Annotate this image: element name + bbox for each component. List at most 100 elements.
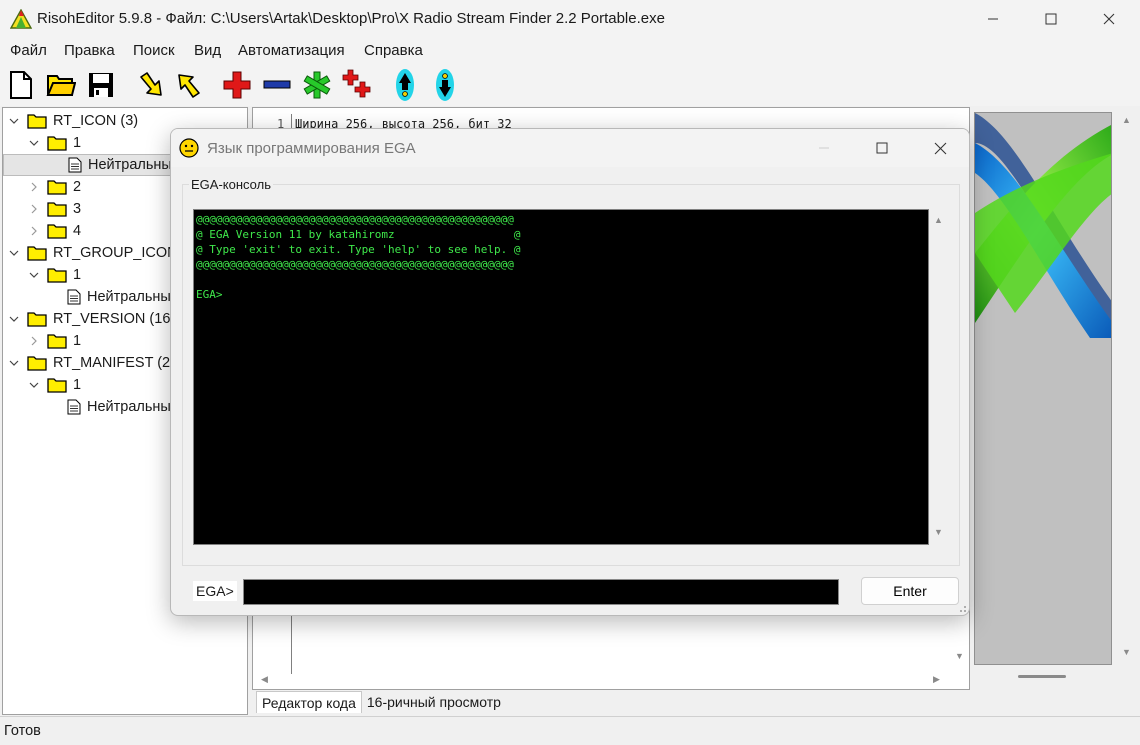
maximize-icon (1045, 13, 1057, 25)
chevron-down-icon[interactable] (7, 114, 21, 128)
tree-item-folder[interactable]: 1 (27, 132, 81, 154)
menu-help[interactable]: Справка (364, 42, 423, 59)
tree-item-folder[interactable]: 1 (27, 374, 81, 396)
menu-view[interactable]: Вид (194, 42, 221, 59)
chevron-down-icon[interactable] (27, 136, 41, 150)
open-button[interactable] (44, 68, 78, 102)
scroll-down-icon[interactable]: ▼ (934, 527, 943, 537)
smiley-icon (179, 138, 199, 158)
chevron-down-icon[interactable] (27, 378, 41, 392)
scroll-left-icon[interactable]: ◀ (261, 674, 268, 685)
preview-vertical-scrollbar[interactable]: ▲ ▼ (1114, 107, 1138, 687)
menu-file[interactable]: Файл (10, 42, 47, 59)
tree-item-folder[interactable]: 3 (27, 198, 81, 220)
editor-horizontal-scrollbar[interactable]: ◀ ▶ (253, 671, 953, 689)
editor-tabs: Редактор кода 16-ричный просмотр (256, 691, 506, 713)
tree-item-label: 1 (73, 377, 82, 393)
enter-button[interactable]: Enter (861, 577, 959, 605)
tree-item-label: 1 (73, 135, 82, 151)
minimize-button[interactable] (964, 0, 1022, 38)
tree-item-resource[interactable]: Нейтральны (47, 396, 171, 418)
chevron-down-icon[interactable] (27, 268, 41, 282)
menu-automation[interactable]: Автоматизация (238, 42, 345, 59)
scroll-up-icon[interactable]: ▲ (1122, 115, 1131, 125)
import-arrow-icon (140, 72, 162, 96)
chevron-right-icon[interactable] (27, 224, 41, 238)
tree-item-resource[interactable]: Нейтральны (47, 286, 171, 308)
tree-item-folder[interactable]: RT_VERSION (16) (7, 308, 175, 330)
tree-item-label: RT_VERSION (16) (53, 311, 176, 327)
new-file-button[interactable] (4, 68, 38, 102)
save-button[interactable] (84, 68, 118, 102)
tree-item-label: Нейтральны (87, 399, 171, 415)
close-icon (1103, 13, 1115, 25)
tree-item-resource[interactable]: Нейтральны (3, 154, 173, 176)
resize-grip-icon[interactable] (957, 603, 967, 613)
scroll-down-icon[interactable]: ▼ (1122, 647, 1131, 657)
console-line: EGA> (196, 288, 223, 301)
tree-item-label: Нейтральны (87, 289, 171, 305)
icon-preview (974, 112, 1112, 665)
tree-item-label: 1 (73, 267, 82, 283)
chevron-right-icon[interactable] (27, 180, 41, 194)
asterisk-button[interactable] (300, 68, 334, 102)
tree-item-folder[interactable]: RT_ICON (3) (7, 110, 138, 132)
ega-dialog[interactable]: Язык программирования EGA EGA-консоль @@… (170, 128, 970, 616)
chevron-right-icon[interactable] (27, 202, 41, 216)
export-button[interactable] (172, 68, 206, 102)
folder-icon (27, 355, 47, 371)
add-button[interactable] (220, 68, 254, 102)
save-icon (89, 73, 113, 97)
tree-item-label: RT_ICON (3) (53, 113, 139, 129)
import-button[interactable] (134, 68, 168, 102)
dialog-minimize-button[interactable] (795, 129, 853, 167)
tab-hex-view[interactable]: 16-ричный просмотр (362, 691, 506, 713)
folder-icon (27, 113, 47, 129)
delete-button[interactable] (260, 68, 294, 102)
scroll-down-icon[interactable]: ▼ (955, 651, 964, 661)
open-folder-icon (46, 75, 76, 96)
dialog-maximize-button[interactable] (853, 129, 911, 167)
tree-item-label: 2 (73, 179, 82, 195)
risoh-app-icon (10, 9, 32, 29)
x-logo-image (975, 113, 1111, 338)
chevron-down-icon[interactable] (7, 246, 21, 260)
chevron-down-icon[interactable] (7, 312, 21, 326)
add-multiple-icon (342, 69, 371, 98)
menu-edit[interactable]: Правка (64, 42, 115, 59)
chevron-down-icon[interactable] (7, 356, 21, 370)
toolbar (0, 64, 1140, 106)
tab-code-editor[interactable]: Редактор кода (256, 691, 362, 713)
tree-item-folder[interactable]: 2 (27, 176, 81, 198)
tree-item-folder[interactable]: RT_MANIFEST (24) (7, 352, 183, 374)
tree-item-folder[interactable]: 1 (27, 330, 81, 352)
tree-item-label: 1 (73, 333, 82, 349)
chevron-right-icon[interactable] (27, 334, 41, 348)
scroll-up-icon[interactable]: ▲ (934, 215, 943, 225)
dialog-title-bar[interactable]: Язык программирования EGA (171, 129, 969, 167)
console-group-label: EGA-консоль (189, 177, 273, 192)
console-vertical-scrollbar[interactable]: ▲ ▼ (929, 209, 947, 545)
preview-horizontal-scroll-thumb[interactable] (1018, 675, 1066, 678)
ega-console-output[interactable]: @@@@@@@@@@@@@@@@@@@@@@@@@@@@@@@@@@@@@@@@… (193, 209, 929, 545)
folder-icon (27, 311, 47, 327)
add-multiple-button[interactable] (340, 68, 374, 102)
menu-search[interactable]: Поиск (133, 42, 175, 59)
dialog-close-button[interactable] (911, 129, 969, 167)
dialog-title: Язык программирования EGA (207, 140, 416, 157)
move-up-button[interactable] (388, 68, 422, 102)
app-title-bar[interactable]: RisohEditor 5.9.8 - Файл: C:\Users\Artak… (0, 0, 1140, 38)
tree-item-folder[interactable]: 4 (27, 220, 81, 242)
tree-item-folder[interactable]: 1 (27, 264, 81, 286)
move-down-button[interactable] (428, 68, 462, 102)
console-line: @ Type 'exit' to exit. Type 'help' to se… (196, 243, 521, 256)
tree-item-label: Нейтральны (88, 157, 172, 173)
command-input[interactable] (243, 579, 839, 605)
tree-item-folder[interactable]: RT_GROUP_ICON (1 (7, 242, 195, 264)
close-button[interactable] (1080, 0, 1138, 38)
scroll-right-icon[interactable]: ▶ (933, 674, 940, 685)
maximize-button[interactable] (1022, 0, 1080, 38)
menu-bar: Файл Правка Поиск Вид Автоматизация Спра… (0, 38, 1140, 64)
